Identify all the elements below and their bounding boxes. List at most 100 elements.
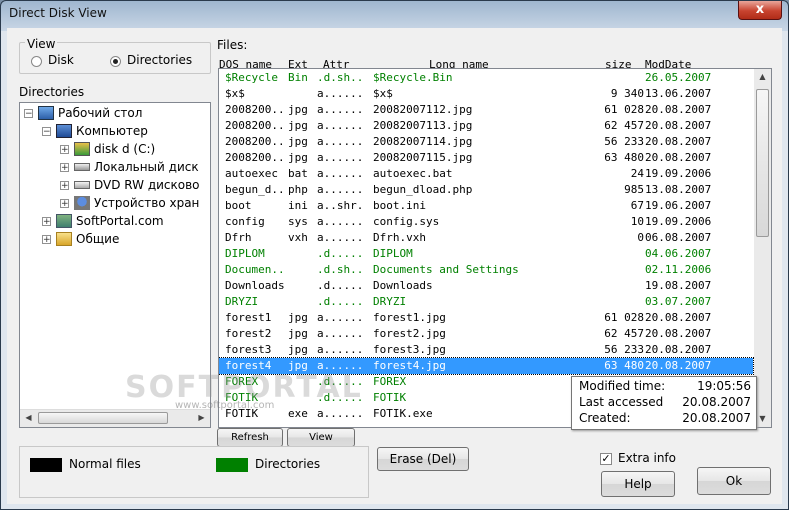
file-dos-name: DRYZI: [225, 295, 259, 308]
tree-horizontal-scrollbar[interactable]: ◀ ▶: [20, 409, 210, 427]
storage-device-icon: [74, 196, 90, 210]
file-size: 62 457: [604, 327, 644, 340]
file-size: 10: [630, 215, 644, 228]
directories-swatch: [216, 458, 248, 472]
extra-info-label[interactable]: Extra info: [618, 451, 676, 465]
file-long-name: forest1.jpg: [373, 311, 446, 324]
file-row[interactable]: $x$ a...... $x$ 9 340 13.06.2007: [219, 86, 753, 102]
file-size: 63 480: [604, 359, 644, 372]
normal-files-swatch: [30, 458, 62, 472]
collapse-icon[interactable]: −: [42, 127, 51, 137]
file-attr: .d.sh..: [317, 263, 364, 276]
file-ext: jpg: [288, 327, 308, 340]
file-row[interactable]: forest2 jpg a...... forest2.jpg 62 457 20.08.…: [219, 326, 753, 342]
file-row[interactable]: Downloads .d..... Downloads 19.08.2007: [219, 278, 753, 294]
file-long-name: 20082007112.jpg: [373, 103, 473, 116]
file-moddate: 19.09.2006: [645, 215, 712, 228]
file-ext: exe: [288, 407, 308, 420]
file-moddate: 20.08.2007: [645, 103, 712, 116]
expand-icon[interactable]: +: [60, 145, 69, 155]
file-row[interactable]: Documen.. .d.sh.. Documents and Settings 02…: [219, 262, 753, 278]
file-attr: a......: [317, 167, 364, 180]
file-row[interactable]: 2008200.. jpg a...... 20082007112.jpg 61 028…: [219, 102, 753, 118]
file-moddate: 19.06.2007: [645, 199, 712, 212]
file-moddate: 03.07.2007: [645, 295, 712, 308]
tree-item-label: Компьютер: [76, 124, 148, 138]
tree-item-label: Рабочий стол: [58, 106, 143, 120]
file-long-name: 20082007114.jpg: [373, 135, 473, 148]
expand-icon[interactable]: +: [60, 163, 69, 173]
help-button[interactable]: Help: [601, 471, 675, 497]
file-moddate: 13.08.2007: [645, 183, 712, 196]
tree-item-label: SoftPortal.com: [76, 214, 164, 228]
radio-disk[interactable]: [31, 56, 42, 67]
file-long-name: 20082007115.jpg: [373, 151, 473, 164]
refresh-button[interactable]: Refresh: [217, 428, 283, 447]
file-row[interactable]: 2008200.. jpg a...... 20082007113.jpg 62 457…: [219, 118, 753, 134]
file-ext: jpg: [288, 343, 308, 356]
file-long-name: config.sys: [373, 215, 440, 228]
scroll-left-icon[interactable]: ◀: [20, 410, 37, 426]
title-bar[interactable]: Direct Disk View x: [1, 1, 788, 27]
scroll-thumb[interactable]: [38, 412, 168, 424]
file-list-vertical-scrollbar[interactable]: ▲ ▼: [754, 69, 771, 427]
last-accessed-label: Last accessed: [579, 395, 664, 409]
expand-icon[interactable]: +: [42, 217, 51, 227]
drive-icon: [74, 142, 90, 156]
file-moddate: 19.08.2007: [645, 279, 712, 292]
file-ext: vxh: [288, 231, 308, 244]
file-row[interactable]: forest1 jpg a...... forest1.jpg 61 028 20.08.…: [219, 310, 753, 326]
scroll-right-icon[interactable]: ▶: [193, 410, 210, 426]
file-row[interactable]: 2008200.. jpg a...... 20082007115.jpg 63 480…: [219, 150, 753, 166]
close-button[interactable]: x: [738, 1, 782, 20]
file-long-name: boot.ini: [373, 199, 426, 212]
file-moddate: 26.05.2007: [645, 71, 712, 84]
file-size: 9 340: [610, 87, 644, 100]
file-moddate: 20.08.2007: [645, 151, 712, 164]
radio-directories[interactable]: [110, 56, 121, 67]
file-moddate: 13.06.2007: [645, 87, 712, 100]
file-dos-name: forest2: [225, 327, 272, 340]
file-row[interactable]: Dfrh vxh a...... Dfrh.vxh 0 06.08.2007: [219, 230, 753, 246]
ok-button[interactable]: Ok: [697, 467, 771, 495]
tree-item-label: DVD RW дисково: [94, 178, 200, 192]
file-attr: a......: [317, 327, 364, 340]
file-row[interactable]: begun_d.. php a...... begun_dload.php 985 13.…: [219, 182, 753, 198]
file-ext: jpg: [288, 103, 308, 116]
view-button[interactable]: View: [287, 428, 355, 447]
file-row[interactable]: 2008200.. jpg a...... 20082007114.jpg 56 233…: [219, 134, 753, 150]
file-attr: a......: [317, 151, 364, 164]
expand-icon[interactable]: +: [60, 181, 69, 191]
expand-icon[interactable]: +: [60, 199, 69, 209]
expand-icon[interactable]: +: [42, 235, 51, 245]
file-row[interactable]: DRYZI .d..... DRYZI 03.07.2007: [219, 294, 753, 310]
file-row[interactable]: DIPLOM .d..... DIPLOM 04.06.2007: [219, 246, 753, 262]
close-icon: x: [755, 2, 765, 17]
file-long-name: FOTIK.exe: [373, 407, 433, 420]
directories-legend-label: Directories: [255, 457, 321, 471]
file-dos-name: $Recycle: [225, 71, 278, 84]
file-row[interactable]: forest3 jpg a...... forest3.jpg 56 233 20.08.…: [219, 342, 753, 358]
file-attr: .d.....: [317, 247, 364, 260]
file-dos-name: 2008200..: [225, 103, 285, 116]
file-moddate: 20.08.2007: [645, 327, 712, 340]
file-long-name: begun_dload.php: [373, 183, 473, 196]
file-row[interactable]: config sys a...... config.sys 10 19.09.2006: [219, 214, 753, 230]
file-dos-name: 2008200..: [225, 151, 285, 164]
radio-directories-label[interactable]: Directories: [127, 53, 192, 67]
extra-info-checkbox[interactable]: ✓: [600, 453, 612, 465]
erase-button[interactable]: Erase (Del): [377, 447, 469, 471]
file-row[interactable]: autoexec bat a...... autoexec.bat 24 19.09.20…: [219, 166, 753, 182]
tree-item-label: disk d (C:): [94, 142, 156, 156]
file-dos-name: config: [225, 215, 265, 228]
computer-icon: [56, 124, 72, 138]
file-size: 61 028: [604, 103, 644, 116]
scroll-thumb[interactable]: [756, 89, 769, 237]
file-row[interactable]: $Recycle Bin .d.sh.. $Recycle.Bin 26.05.2007: [219, 70, 753, 86]
file-size: 61 028: [604, 311, 644, 324]
radio-disk-label[interactable]: Disk: [48, 53, 74, 67]
scroll-up-icon[interactable]: ▲: [754, 69, 771, 85]
file-attr: a......: [317, 231, 364, 244]
file-row[interactable]: boot ini a..shr. boot.ini 67 19.06.2007: [219, 198, 753, 214]
collapse-icon[interactable]: −: [24, 109, 33, 119]
